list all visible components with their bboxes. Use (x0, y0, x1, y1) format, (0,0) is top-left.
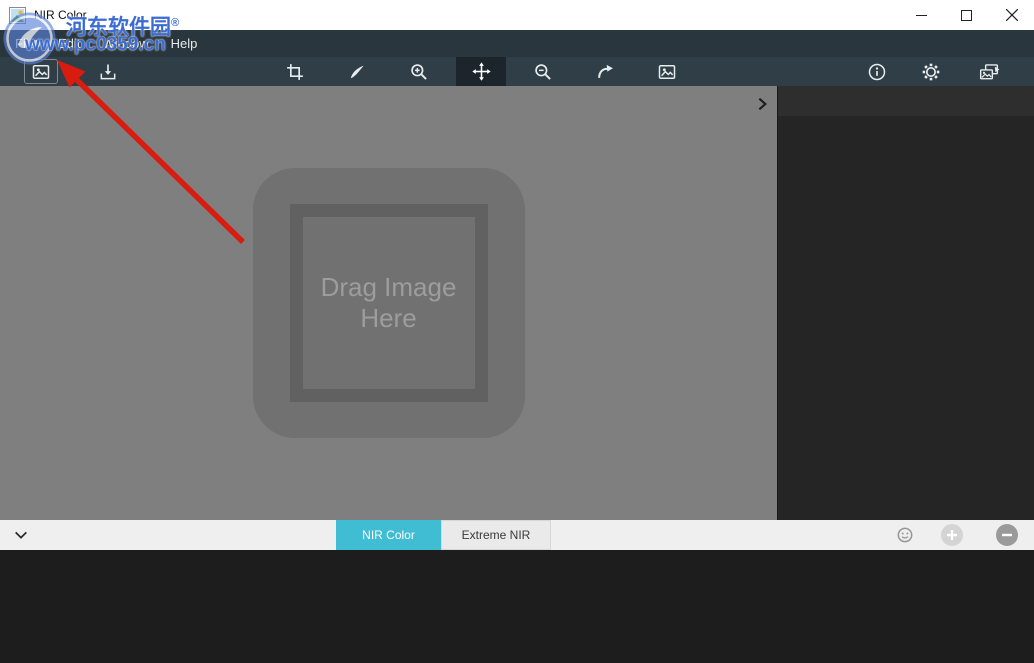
gear-icon (921, 62, 941, 82)
crop-button[interactable] (278, 57, 312, 86)
export-icon (978, 62, 1000, 82)
move-icon (471, 61, 492, 82)
image-dropzone[interactable]: Drag Image Here (253, 168, 525, 438)
title-bar: NIR Color (0, 0, 1034, 30)
chevron-down-icon (13, 528, 29, 542)
import-icon (98, 62, 118, 82)
tab-extreme-nir[interactable]: Extreme NIR (441, 520, 551, 550)
right-panel-header (778, 86, 1034, 116)
maximize-icon (961, 10, 972, 21)
zoom-in-icon (409, 62, 429, 82)
close-icon (1006, 9, 1018, 21)
menu-item-help[interactable]: Help (160, 30, 209, 57)
minimize-icon (916, 10, 927, 21)
menu-item-file[interactable]: File (4, 30, 47, 57)
chevron-right-icon (754, 96, 770, 112)
move-button[interactable] (456, 57, 506, 86)
app-icon (9, 7, 26, 24)
dropzone-text: Drag Image Here (314, 272, 464, 333)
increase-button[interactable] (941, 524, 963, 546)
minimize-button[interactable] (899, 0, 944, 30)
menu-bar: File Edit Window Help (0, 30, 1034, 57)
picture-icon (31, 62, 51, 82)
zoom-out-icon (533, 62, 553, 82)
tab-nir-color[interactable]: NIR Color (336, 520, 441, 550)
plus-icon (946, 529, 958, 541)
minus-icon (1001, 529, 1013, 541)
brush-icon (347, 62, 367, 82)
collapse-bottom-panel-button[interactable] (10, 526, 32, 544)
settings-button[interactable] (914, 57, 948, 86)
menu-item-edit[interactable]: Edit (47, 30, 91, 57)
crop-icon (285, 62, 305, 82)
export-button[interactable] (972, 57, 1006, 86)
picture-icon (657, 62, 677, 82)
maximize-button[interactable] (944, 0, 989, 30)
info-button[interactable] (860, 57, 894, 86)
face-button[interactable] (895, 525, 915, 545)
dropzone-frame: Drag Image Here (290, 204, 488, 402)
adjust-image-button[interactable] (650, 57, 684, 86)
redo-button[interactable] (588, 57, 622, 86)
decrease-button[interactable] (996, 524, 1018, 546)
window-controls (899, 0, 1034, 30)
canvas: Drag Image Here (0, 86, 777, 520)
toolbar (0, 57, 1034, 86)
brush-button[interactable] (340, 57, 374, 86)
collapse-right-panel-button[interactable] (751, 93, 773, 115)
bottom-panel (0, 550, 1034, 663)
open-image-button[interactable] (24, 59, 58, 84)
import-button[interactable] (91, 57, 125, 86)
face-icon (895, 525, 915, 545)
redo-icon (595, 62, 615, 82)
close-button[interactable] (989, 0, 1034, 30)
zoom-out-button[interactable] (526, 57, 560, 86)
menu-item-window[interactable]: Window (91, 30, 159, 57)
zoom-in-button[interactable] (402, 57, 436, 86)
window-title: NIR Color (34, 8, 87, 22)
info-icon (867, 62, 887, 82)
right-panel (777, 86, 1034, 520)
